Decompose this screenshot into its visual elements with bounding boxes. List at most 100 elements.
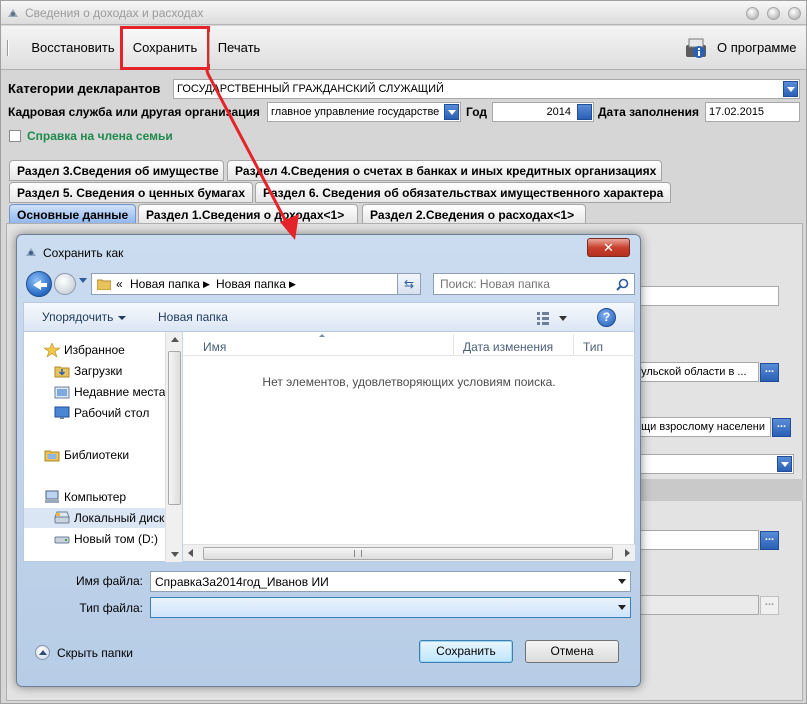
more-button[interactable]: ... (772, 418, 791, 437)
organize-label: Упорядочить (42, 310, 114, 324)
chevron-down-icon[interactable] (783, 81, 798, 97)
back-arrow-icon[interactable] (26, 271, 52, 297)
restore-button[interactable]: Восстановить (25, 28, 121, 68)
toolbar: Восстановить Сохранить Печать О программ… (1, 26, 806, 70)
chevron-down-icon[interactable] (444, 104, 459, 120)
column-type[interactable]: Тип (583, 340, 603, 354)
scrollbar-grip (354, 550, 362, 557)
scroll-right-icon[interactable] (625, 549, 630, 557)
tab-section-6[interactable]: Раздел 6. Сведения об обязательствах иму… (255, 182, 671, 203)
nav-item-desktop[interactable]: Рабочий стол (54, 403, 181, 423)
help-icon[interactable]: ? (597, 308, 616, 327)
filename-combo[interactable] (150, 571, 631, 592)
breadcrumb-item[interactable]: Новая папка (216, 277, 286, 291)
tab-main-data[interactable]: Основные данные (9, 204, 136, 225)
close-button[interactable] (788, 7, 801, 20)
file-list-hscrollbar[interactable] (183, 544, 635, 561)
chevron-down-icon[interactable] (618, 605, 626, 610)
bg-service-field[interactable]: ощи взрослому населени (631, 417, 771, 437)
tab-section-1[interactable]: Раздел 1.Сведения о доходах<1> (138, 204, 358, 225)
maximize-button[interactable] (767, 7, 780, 20)
column-name[interactable]: Имя (203, 340, 226, 354)
close-icon[interactable]: ✕ (587, 238, 630, 257)
breadcrumb-item[interactable]: Новая папка (130, 277, 200, 291)
nav-item-label: Компьютер (64, 490, 127, 504)
dialog-cancel-button[interactable]: Отмена (525, 640, 619, 663)
breadcrumb-separator-icon[interactable]: ▶ (203, 279, 210, 290)
nav-pane-scrollbar[interactable] (165, 332, 182, 562)
file-list[interactable]: Имя Дата изменения Тип Нет элементов, уд… (183, 332, 635, 562)
dialog-save-button[interactable]: Сохранить (419, 640, 513, 663)
libraries-icon (44, 450, 60, 462)
bg-org-field[interactable]: Тульской области в ... (631, 362, 759, 382)
search-input[interactable] (440, 276, 610, 292)
category-combo[interactable]: ГОСУДАРСТВЕННЫЙ ГРАЖДАНСКИЙ СЛУЖАЩИЙ (173, 79, 800, 99)
forward-arrow-icon[interactable] (54, 273, 76, 295)
nav-item-recent[interactable]: Недавние места (54, 382, 181, 402)
filename-input[interactable] (155, 574, 605, 589)
collapse-up-icon (35, 645, 50, 660)
nav-item-computer[interactable]: Компьютер (44, 487, 174, 507)
nav-item-favorites[interactable]: Избранное (44, 340, 174, 360)
family-checkbox-label[interactable]: Справка на члена семьи (27, 129, 173, 143)
scrollbar-thumb[interactable] (203, 547, 613, 560)
bg-org-value: Тульской области в ... (635, 366, 747, 378)
downloads-folder-icon (54, 366, 70, 378)
hr-combo[interactable]: главное управление государстве (267, 102, 461, 122)
breadcrumb-separator-icon[interactable]: ▶ (289, 279, 296, 290)
scrollbar-thumb[interactable] (168, 351, 181, 505)
nav-item-libraries[interactable]: Библиотеки (44, 445, 174, 465)
nav-item-drive-d[interactable]: Новый том (D:) (54, 529, 181, 549)
info-icon (686, 38, 706, 58)
column-divider[interactable] (573, 334, 574, 356)
search-box[interactable] (433, 273, 635, 295)
column-divider[interactable] (453, 334, 454, 356)
scroll-up-icon[interactable] (171, 337, 179, 342)
view-options-icon[interactable] (534, 309, 574, 327)
nav-item-label: Недавние места (74, 385, 166, 399)
tab-section-3[interactable]: Раздел 3.Сведения об имуществе (9, 160, 224, 181)
more-button[interactable]: ... (760, 531, 779, 550)
breadcrumb-overflow[interactable]: « (116, 277, 123, 291)
list-header: Имя Дата изменения Тип (183, 332, 635, 356)
year-spinner[interactable]: 2014 (492, 102, 594, 122)
about-button[interactable]: О программе (681, 28, 801, 68)
filetype-combo[interactable] (150, 597, 631, 618)
new-folder-button[interactable]: Новая папка (158, 310, 228, 324)
tab-section-4[interactable]: Раздел 4.Сведения о счетах в банках и ин… (227, 160, 662, 181)
tab-section-2[interactable]: Раздел 2.Сведения о расходах<1> (362, 204, 586, 225)
refresh-icon[interactable]: ⇆ (397, 273, 421, 295)
save-button[interactable]: Сохранить (120, 26, 210, 70)
address-bar[interactable]: « Новая папка ▶ Новая папка ▶ (91, 273, 417, 295)
about-label: О программе (717, 40, 797, 55)
sort-indicator-icon (319, 334, 325, 337)
tab-section-5[interactable]: Раздел 5. Сведения о ценных бумагах (9, 182, 253, 203)
organize-button[interactable]: Упорядочить (42, 310, 127, 324)
nav-item-downloads[interactable]: Загрузки (54, 361, 181, 381)
spinner-arrows-icon[interactable] (577, 104, 592, 120)
nav-item-local-disk[interactable]: Локальный диск (24, 508, 174, 528)
recent-places-icon (54, 386, 70, 399)
bg-field-2[interactable] (631, 530, 759, 550)
minimize-button[interactable] (746, 7, 759, 20)
filetype-label: Тип файла: (79, 601, 143, 615)
filename-label: Имя файла: (76, 574, 143, 588)
scroll-left-icon[interactable] (188, 549, 193, 557)
date-field[interactable]: 17.02.2015 (705, 102, 800, 122)
family-checkbox[interactable] (9, 130, 21, 142)
scroll-down-icon[interactable] (171, 552, 179, 557)
print-button[interactable]: Печать (209, 28, 269, 68)
date-value: 17.02.2015 (709, 106, 765, 118)
bg-combo-field[interactable] (631, 454, 794, 474)
history-dropdown-icon[interactable] (79, 278, 87, 283)
chevron-down-icon[interactable] (777, 456, 792, 472)
toolbar-grip[interactable] (7, 40, 9, 56)
column-date-modified[interactable]: Дата изменения (463, 340, 553, 354)
title-bar[interactable]: Сведения о доходах и расходах (1, 1, 806, 25)
bg-text-field[interactable] (631, 286, 779, 306)
more-button-disabled: ... (760, 596, 779, 615)
navigation-pane: Избранное Загрузки Недавние места Рабочи… (23, 332, 181, 562)
search-icon[interactable] (616, 278, 629, 291)
chevron-down-icon[interactable] (618, 579, 626, 584)
more-button[interactable]: ... (760, 363, 779, 382)
